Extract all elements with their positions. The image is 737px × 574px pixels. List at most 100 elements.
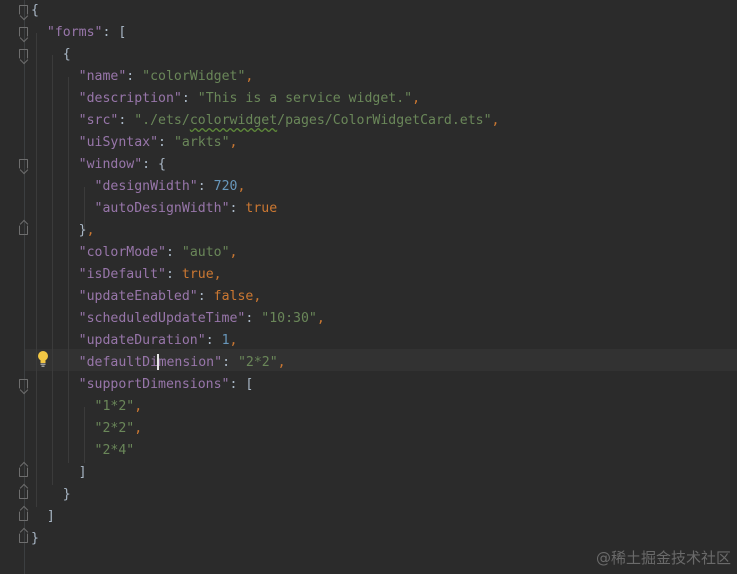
code-line[interactable]: "forms": [: [31, 22, 737, 44]
code-token: ,: [412, 91, 421, 106]
code-token: "colorMode": [78, 245, 166, 260]
code-token: ,: [491, 113, 500, 128]
code-line[interactable]: "isDefault": true,: [31, 264, 737, 286]
code-token: }: [31, 531, 39, 546]
text-caret: [157, 354, 159, 370]
code-token: "autoDesignWidth": [94, 201, 230, 216]
code-token: ,: [134, 421, 143, 436]
code-token: "designWidth": [94, 179, 198, 194]
code-line[interactable]: "designWidth": 720,: [31, 176, 737, 198]
fold-marker-icon[interactable]: [19, 467, 28, 477]
fold-marker-icon[interactable]: [19, 225, 28, 235]
code-token: "2*2": [94, 421, 135, 436]
code-token: true: [245, 201, 278, 216]
code-token: "updateDuration": [78, 333, 206, 348]
code-token: "1*2": [94, 399, 135, 414]
code-line[interactable]: "1*2",: [31, 396, 737, 418]
code-token: :: [197, 289, 214, 304]
code-token: ,: [229, 333, 238, 348]
code-token: "supportDimensions": [78, 377, 230, 392]
code-token: /pages/ColorWidgetCard.ets": [277, 113, 492, 128]
code-token: ,: [245, 69, 254, 84]
code-line[interactable]: "src": "./ets/colorwidget/pages/ColorWid…: [31, 110, 737, 132]
code-line[interactable]: "supportDimensions": [: [31, 374, 737, 396]
fold-marker-icon[interactable]: [19, 159, 28, 169]
code-token: "auto": [181, 245, 230, 260]
code-line[interactable]: "description": "This is a service widget…: [31, 88, 737, 110]
code-token: "src": [78, 113, 119, 128]
code-token: "description": [78, 91, 182, 106]
code-line[interactable]: ]: [31, 506, 737, 528]
fold-marker-icon[interactable]: [19, 49, 28, 59]
code-line[interactable]: }: [31, 484, 737, 506]
code-line[interactable]: {: [31, 44, 737, 66]
code-token: }: [31, 223, 87, 238]
code-token: "2*4": [94, 443, 135, 458]
code-token: "./ets/: [134, 113, 190, 128]
code-token: "defaultDimension": [78, 354, 223, 370]
code-token: ,: [237, 179, 246, 194]
code-token: ,: [277, 355, 286, 370]
fold-marker-icon[interactable]: [19, 511, 28, 521]
fold-marker-icon[interactable]: [19, 379, 28, 389]
code-token: ]: [31, 509, 55, 524]
code-line[interactable]: "scheduledUpdateTime": "10:30",: [31, 308, 737, 330]
code-token: "scheduledUpdateTime": [78, 311, 246, 326]
code-token: "This is a service widget.": [197, 91, 413, 106]
code-token: "10:30": [261, 311, 317, 326]
fold-marker-icon[interactable]: [19, 489, 28, 499]
code-token: : [: [229, 377, 254, 392]
code-token: 720: [213, 179, 238, 194]
code-token: :: [222, 355, 238, 370]
code-token: "isDefault": [78, 267, 166, 282]
code-line[interactable]: "uiSyntax": "arkts",: [31, 132, 737, 154]
code-token: :: [165, 267, 182, 282]
fold-marker-icon[interactable]: [19, 5, 28, 15]
code-line[interactable]: "name": "colorWidget",: [31, 66, 737, 88]
code-line[interactable]: "window": {: [31, 154, 737, 176]
code-token: :: [165, 245, 182, 260]
code-token: :: [118, 113, 135, 128]
code-token: "uiSyntax": [78, 135, 159, 150]
fold-marker-icon[interactable]: [19, 27, 28, 37]
code-token: :: [181, 91, 198, 106]
code-token: ]: [31, 465, 87, 480]
code-line[interactable]: "autoDesignWidth": true: [31, 198, 737, 220]
code-line[interactable]: "colorMode": "auto",: [31, 242, 737, 264]
code-token: colorwidget: [189, 113, 278, 128]
code-token: : {: [142, 157, 166, 172]
code-token: ,: [253, 289, 262, 304]
code-line[interactable]: "updateDuration": 1,: [31, 330, 737, 352]
code-line[interactable]: "2*2",: [31, 418, 737, 440]
fold-marker-icon[interactable]: [19, 533, 28, 543]
code-line[interactable]: {: [31, 0, 737, 22]
code-line[interactable]: "2*4": [31, 440, 737, 462]
code-line[interactable]: "defaultDimension": "2*2",: [31, 352, 737, 374]
code-token: 1: [221, 333, 230, 348]
code-token: "window": [78, 157, 143, 172]
code-lines[interactable]: { "forms": [ { "name": "colorWidget", "d…: [31, 0, 737, 550]
code-token: ,: [229, 245, 238, 260]
code-line[interactable]: },: [31, 220, 737, 242]
code-line[interactable]: "updateEnabled": false,: [31, 286, 737, 308]
code-token: {: [31, 47, 71, 62]
code-editor[interactable]: { "forms": [ { "name": "colorWidget", "d…: [0, 0, 737, 574]
code-token: :: [158, 135, 174, 150]
code-token: :: [197, 179, 214, 194]
code-token: ,: [213, 267, 222, 282]
code-token: ,: [316, 311, 325, 326]
code-token: {: [31, 3, 39, 18]
code-line[interactable]: ]: [31, 462, 737, 484]
